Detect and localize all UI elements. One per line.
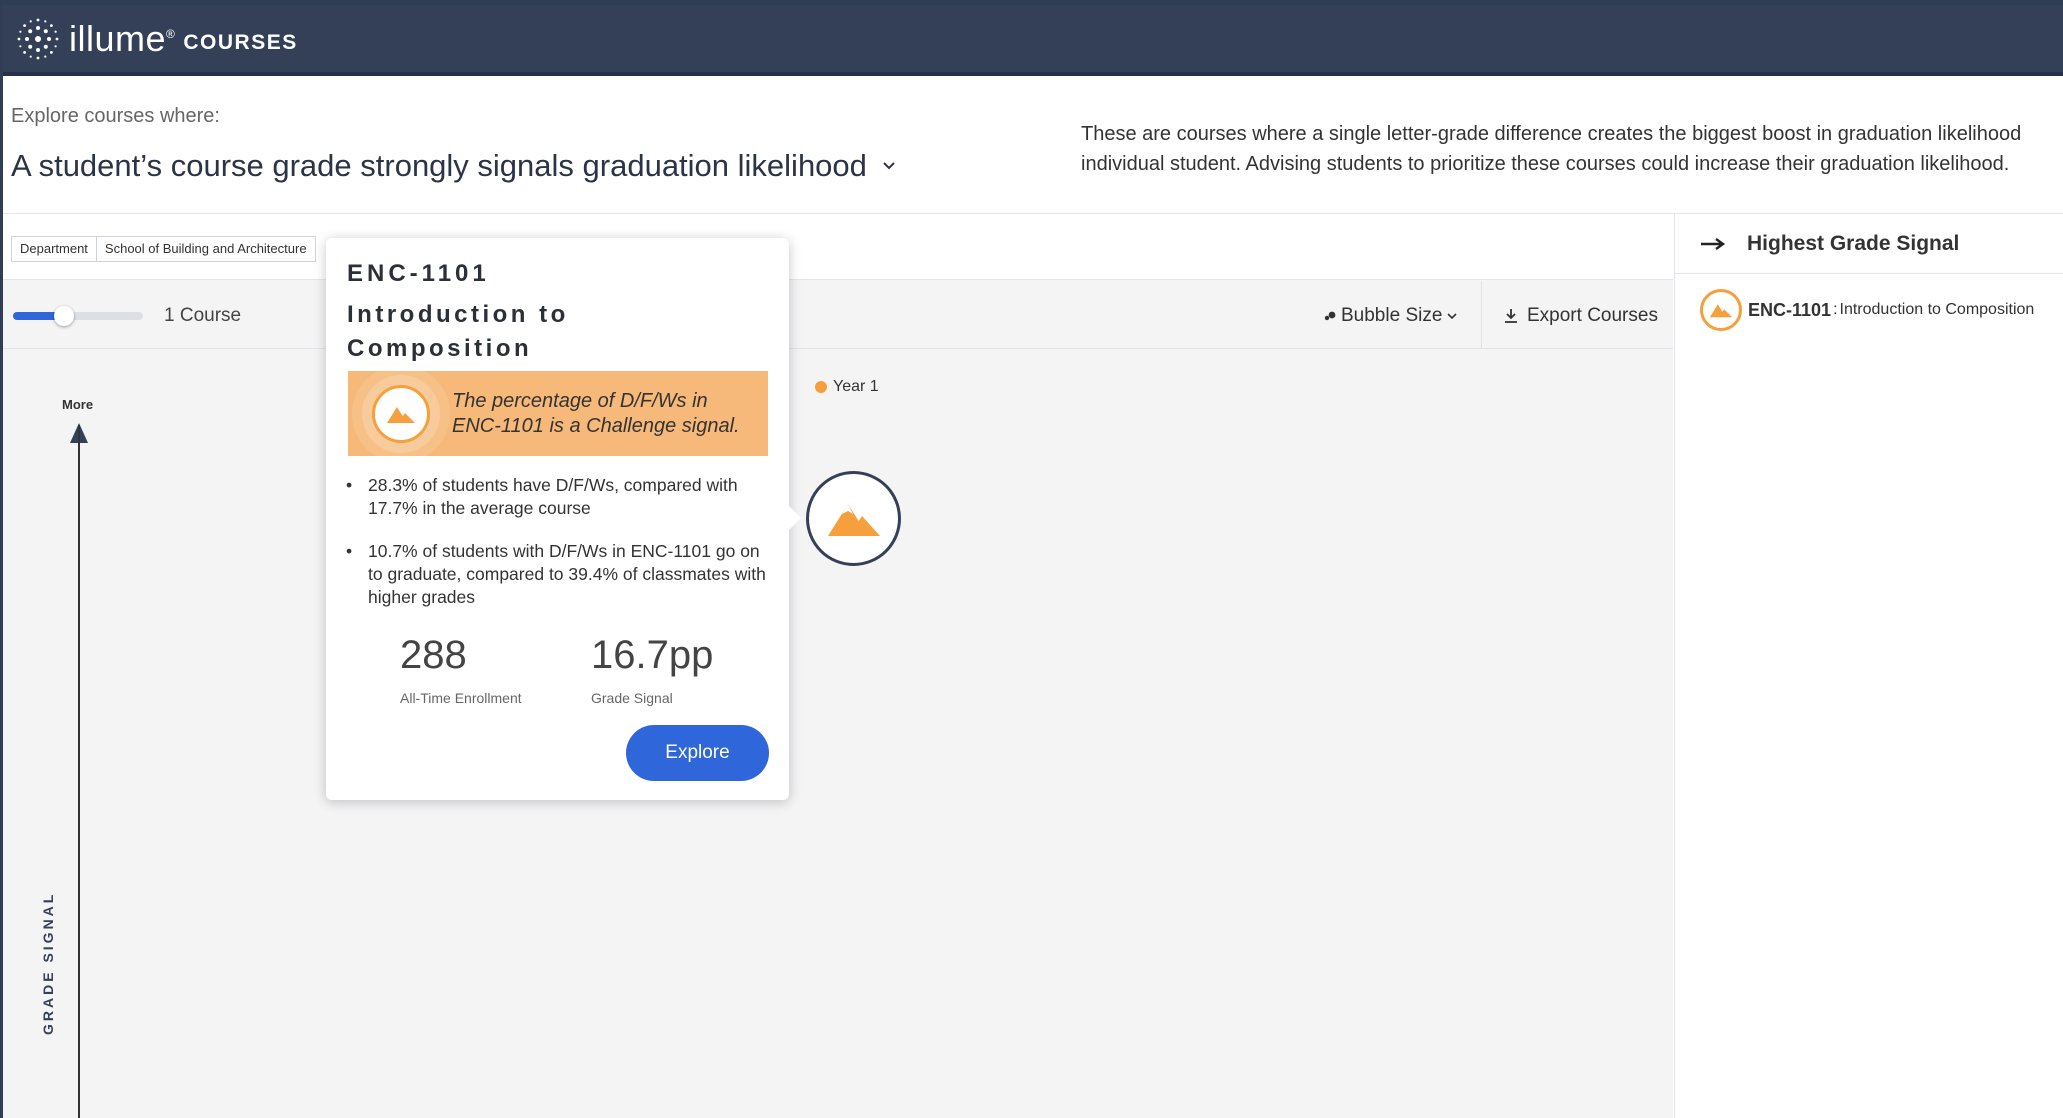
tooltip-signal-text: The percentage of D/F/Ws in ENC-1101 is …: [452, 389, 740, 439]
explore-button[interactable]: Explore: [626, 725, 769, 781]
grade-signal-label: Grade Signal: [591, 690, 673, 706]
enrollment-value: 288: [400, 633, 467, 677]
logo-name-text: illume: [69, 17, 167, 59]
challenge-signal-icon: [1700, 289, 1742, 331]
signal-text-line-1: The percentage of D/F/Ws in: [452, 389, 708, 412]
chevron-down-icon: [1447, 313, 1457, 320]
illume-logo-icon: [17, 18, 59, 59]
department-filter-value: School of Building and Architecture: [104, 241, 307, 256]
list-item-name: Introduction to Composition: [1839, 301, 2035, 318]
chart-toolbar: 1 Course Bubble Size Export Courses: [3, 281, 1673, 349]
tooltip-bullet: 10.7% of students with D/F/Ws in ENC-110…: [346, 540, 766, 609]
mountain-icon: [1709, 304, 1733, 318]
enrollment-label: All-Time Enrollment: [400, 690, 522, 706]
chevron-down-icon: [883, 162, 895, 170]
slider-handle[interactable]: [54, 306, 74, 326]
export-courses-button[interactable]: Export Courses: [1503, 305, 1658, 327]
question-text: A student’s course grade strongly signal…: [11, 148, 867, 183]
tooltip-caret: [789, 506, 801, 530]
tooltip-bullets: 28.3% of students have D/F/Ws, compared …: [346, 474, 766, 629]
bubble-size-icon: [1324, 311, 1336, 321]
download-icon: [1505, 309, 1517, 323]
right-panel: Highest Grade Signal ENC-1101 : Introduc…: [1674, 214, 2063, 1118]
y-axis-more-label: More: [62, 397, 94, 412]
grade-signal-value: 16.7pp: [591, 633, 714, 677]
department-filter-label: Department: [12, 237, 97, 261]
course-count-slider[interactable]: [13, 306, 143, 326]
arrow-right-icon: [1701, 237, 1726, 250]
top-bar: illume® COURSES: [3, 5, 2063, 76]
logo-name: illume®: [69, 18, 175, 60]
chart-legend: Year 1: [815, 378, 879, 396]
right-panel-header: Highest Grade Signal: [1675, 214, 2063, 274]
y-axis-line: [78, 425, 80, 1118]
course-bubble-enc-1101[interactable]: [806, 471, 901, 566]
tooltip-course-code: ENC-1101: [347, 260, 490, 287]
description-line-2: individual student. Advising students to…: [1081, 153, 2010, 175]
filter-row: Department School of Building and Archit…: [3, 214, 1673, 280]
tooltip-course-title: Introduction to Composition: [347, 301, 569, 362]
signal-text-line-2: ENC-1101 is a Challenge signal.: [452, 414, 740, 437]
tooltip-signal-banner: The percentage of D/F/Ws in ENC-1101 is …: [348, 371, 768, 456]
product-name: COURSES: [183, 31, 298, 54]
mountain-challenge-icon: [827, 503, 880, 536]
mountain-icon: [387, 406, 415, 423]
description-line-1: These are courses where a single letter-…: [1081, 123, 2022, 145]
legend-label-year-1: Year 1: [833, 378, 879, 395]
course-tooltip: ENC-1101 Introduction to Composition The…: [326, 238, 801, 800]
department-filter-chip[interactable]: Department School of Building and Archit…: [11, 236, 316, 262]
question-dropdown[interactable]: A student’s course grade strongly signal…: [11, 148, 897, 184]
chart-region: [3, 214, 1673, 1118]
list-item[interactable]: ENC-1101 : Introduction to Composition: [1700, 289, 2034, 331]
app-root: illume® COURSES Explore courses where: A…: [0, 0, 2063, 1118]
challenge-signal-icon: [372, 384, 430, 443]
tooltip-bullet: 28.3% of students have D/F/Ws, compared …: [346, 474, 766, 520]
export-courses-label: Export Courses: [1527, 305, 1658, 326]
bubble-size-label: Bubble Size: [1341, 305, 1443, 326]
list-item-code: ENC-1101: [1748, 299, 1832, 320]
bubble-size-dropdown[interactable]: Bubble Size: [1323, 305, 1458, 327]
course-count-label: 1 Course: [164, 305, 242, 326]
toolbar-divider: [1481, 281, 1482, 349]
explore-label: Explore courses where:: [11, 105, 220, 127]
right-panel-title: Highest Grade Signal: [1747, 231, 1960, 255]
y-axis-title: GRADE SIGNAL: [40, 891, 56, 1035]
logo-registered-mark: ®: [166, 26, 176, 41]
legend-swatch-year-1: [815, 381, 827, 393]
list-item-separator: :: [1833, 301, 1838, 318]
question-description: These are courses where a single letter-…: [1081, 119, 2063, 179]
